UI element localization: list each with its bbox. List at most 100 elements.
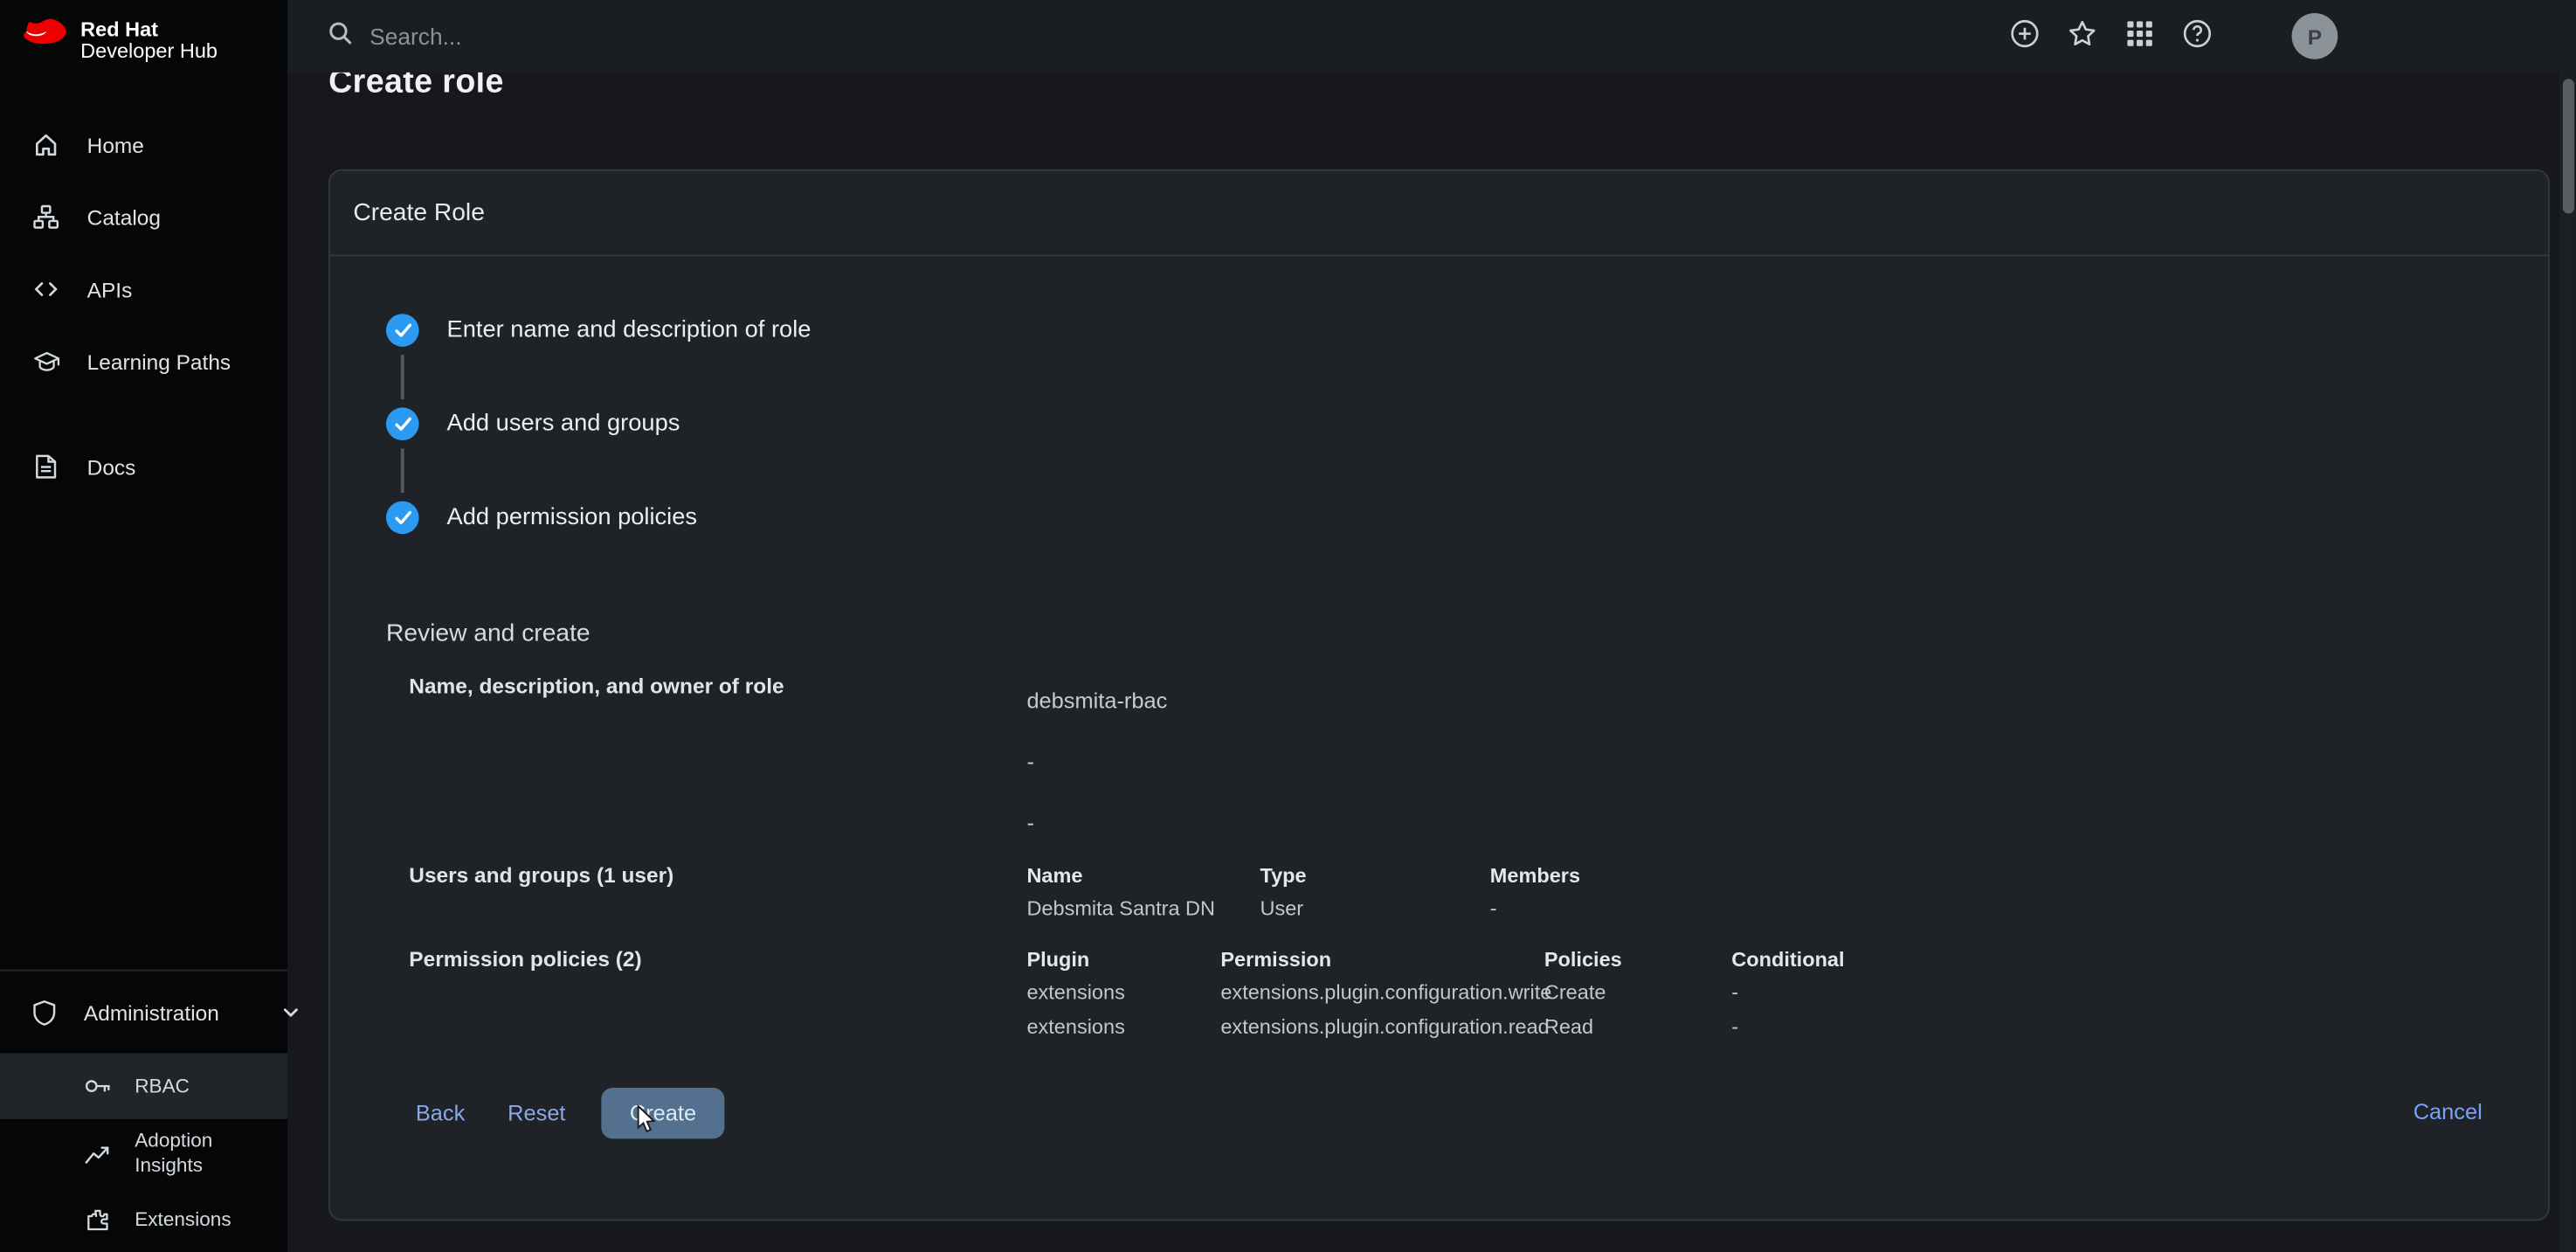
column-header: Members (1490, 860, 2548, 893)
page-content: Create role Create Role Enter name and d… (287, 73, 2576, 1252)
back-button[interactable]: Back (409, 1091, 471, 1136)
app-window: Red Hat Developer Hub Home Catalog (0, 0, 2576, 1252)
step-check-icon (386, 314, 419, 347)
sidebar-item-extensions[interactable]: Extensions (0, 1188, 287, 1250)
user-avatar[interactable]: P (2292, 13, 2338, 59)
shield-icon (31, 999, 58, 1027)
sidebar-item-label: Catalog (87, 204, 161, 229)
column-header: Policies (1544, 944, 1731, 977)
create-role-card: Create Role Enter name and description o… (328, 169, 2550, 1221)
stepper: Enter name and description of role Add u… (386, 314, 2548, 534)
review-users-section: Users and groups (1 user) Name Type Memb… (409, 860, 2548, 927)
table-cell: Debsmita Santra DN (1026, 892, 1260, 926)
cancel-button[interactable]: Cancel (2414, 1099, 2483, 1124)
sidebar-item-adoption-insights[interactable]: Adoption Insights (0, 1119, 287, 1188)
sidebar-item-label: APIs (87, 277, 133, 301)
table-cell: extensions.plugin.configuration.write (1220, 976, 1544, 1010)
chevron-down-icon (281, 1002, 301, 1022)
apps-button[interactable] (2123, 20, 2156, 53)
sidebar-item-label: Docs (87, 454, 136, 479)
sidebar-item-label: Learning Paths (87, 349, 231, 374)
review-heading: Review and create (386, 619, 2548, 647)
sidebar-item-label: Extensions (135, 1207, 231, 1230)
trend-chart-icon (82, 1142, 112, 1165)
brand[interactable]: Red Hat Developer Hub (0, 0, 287, 73)
column-header: Permission (1220, 944, 1544, 977)
star-icon (2066, 18, 2097, 54)
search-bar (327, 19, 2007, 53)
page-title-wrap: Create role (328, 73, 2576, 106)
column-header: Name (1026, 860, 1260, 893)
role-owner-value: - (1026, 792, 2548, 853)
permissions-table: Plugin Permission Policies Conditional e… (1026, 944, 2548, 1046)
sidebar-nav: Home Catalog APIs Learning Paths (0, 108, 287, 502)
review-permissions-section: Permission policies (2) Plugin Permissio… (409, 944, 2548, 1046)
review-name-section: Name, description, and owner of role deb… (409, 670, 2548, 853)
sidebar-item-apis[interactable]: APIs (0, 253, 287, 326)
key-icon (82, 1076, 112, 1096)
table-cell: - (1490, 892, 2548, 926)
sidebar-item-label: Home (87, 132, 144, 156)
card-body: Enter name and description of role Add u… (330, 314, 2548, 1252)
home-icon (31, 131, 61, 157)
table-cell: User (1260, 892, 1489, 926)
wizard-actions: Back Reset Create (409, 1088, 2548, 1138)
step-check-icon (386, 501, 419, 535)
card-title: Create Role (330, 171, 2548, 257)
avatar-initial: P (2308, 24, 2322, 48)
main-area: P Create role Create Role Enter name and (287, 0, 2576, 1252)
search-input[interactable] (369, 23, 2007, 49)
table-cell: Create (1544, 976, 1731, 1010)
step-1: Enter name and description of role (386, 314, 2548, 347)
help-button[interactable] (2180, 20, 2213, 53)
table-cell: - (1731, 976, 2548, 1010)
starred-button[interactable] (2065, 20, 2098, 53)
graduation-cap-icon (31, 349, 61, 374)
review-section-label: Users and groups (1 user) (409, 860, 1026, 893)
puzzle-icon (82, 1207, 112, 1231)
step-label: Enter name and description of role (447, 317, 811, 343)
search-icon (327, 19, 353, 53)
plus-circle-icon (2008, 18, 2040, 54)
redhat-logo-icon (23, 17, 67, 56)
table-cell: - (1731, 1011, 2548, 1045)
sidebar: Red Hat Developer Hub Home Catalog (0, 0, 287, 1252)
sidebar-item-label: Adoption Insights (135, 1129, 250, 1178)
catalog-icon (31, 204, 61, 230)
column-header: Conditional (1731, 944, 2548, 977)
table-cell: extensions (1026, 1011, 1220, 1045)
review-section-label: Permission policies (2) (409, 944, 1026, 977)
users-table: Name Type Members Debsmita Santra DN Use… (1026, 860, 2548, 927)
step-2: Add users and groups (386, 407, 2548, 440)
step-label: Add users and groups (447, 411, 680, 437)
sidebar-item-home[interactable]: Home (0, 108, 287, 181)
page-title: Create role (328, 73, 2576, 102)
review-name-values: debsmita-rbac - - (1026, 670, 2548, 853)
step-check-icon (386, 407, 419, 440)
column-header: Type (1260, 860, 1489, 893)
help-circle-icon (2181, 18, 2213, 54)
sidebar-admin-section: Administration RBAC Adoption Insights (0, 970, 287, 1251)
sidebar-item-administration[interactable]: Administration (0, 971, 287, 1053)
step-3: Add permission policies (386, 501, 2548, 535)
scrollbar-track[interactable] (2559, 73, 2576, 1252)
top-bar: P (287, 0, 2576, 73)
scrollbar-thumb[interactable] (2563, 79, 2574, 213)
topbar-icons: P (2007, 13, 2338, 59)
sidebar-item-docs[interactable]: Docs (0, 431, 287, 503)
create-button[interactable]: Create (602, 1088, 724, 1138)
sidebar-item-learning-paths[interactable]: Learning Paths (0, 325, 287, 398)
brand-product: Developer Hub (80, 41, 218, 62)
create-shortcut-button[interactable] (2007, 20, 2041, 53)
column-header: Plugin (1026, 944, 1220, 977)
role-name-value: debsmita-rbac (1026, 670, 2548, 731)
reset-button[interactable]: Reset (501, 1091, 572, 1136)
document-icon (31, 453, 61, 480)
apis-icon (31, 276, 61, 302)
table-cell: extensions (1026, 976, 1220, 1010)
sidebar-item-catalog[interactable]: Catalog (0, 181, 287, 253)
step-connector (386, 347, 2548, 408)
review-section-label: Name, description, and owner of role (409, 670, 1026, 703)
brand-text: Red Hat Developer Hub (80, 17, 218, 63)
sidebar-item-rbac[interactable]: RBAC (0, 1054, 287, 1119)
